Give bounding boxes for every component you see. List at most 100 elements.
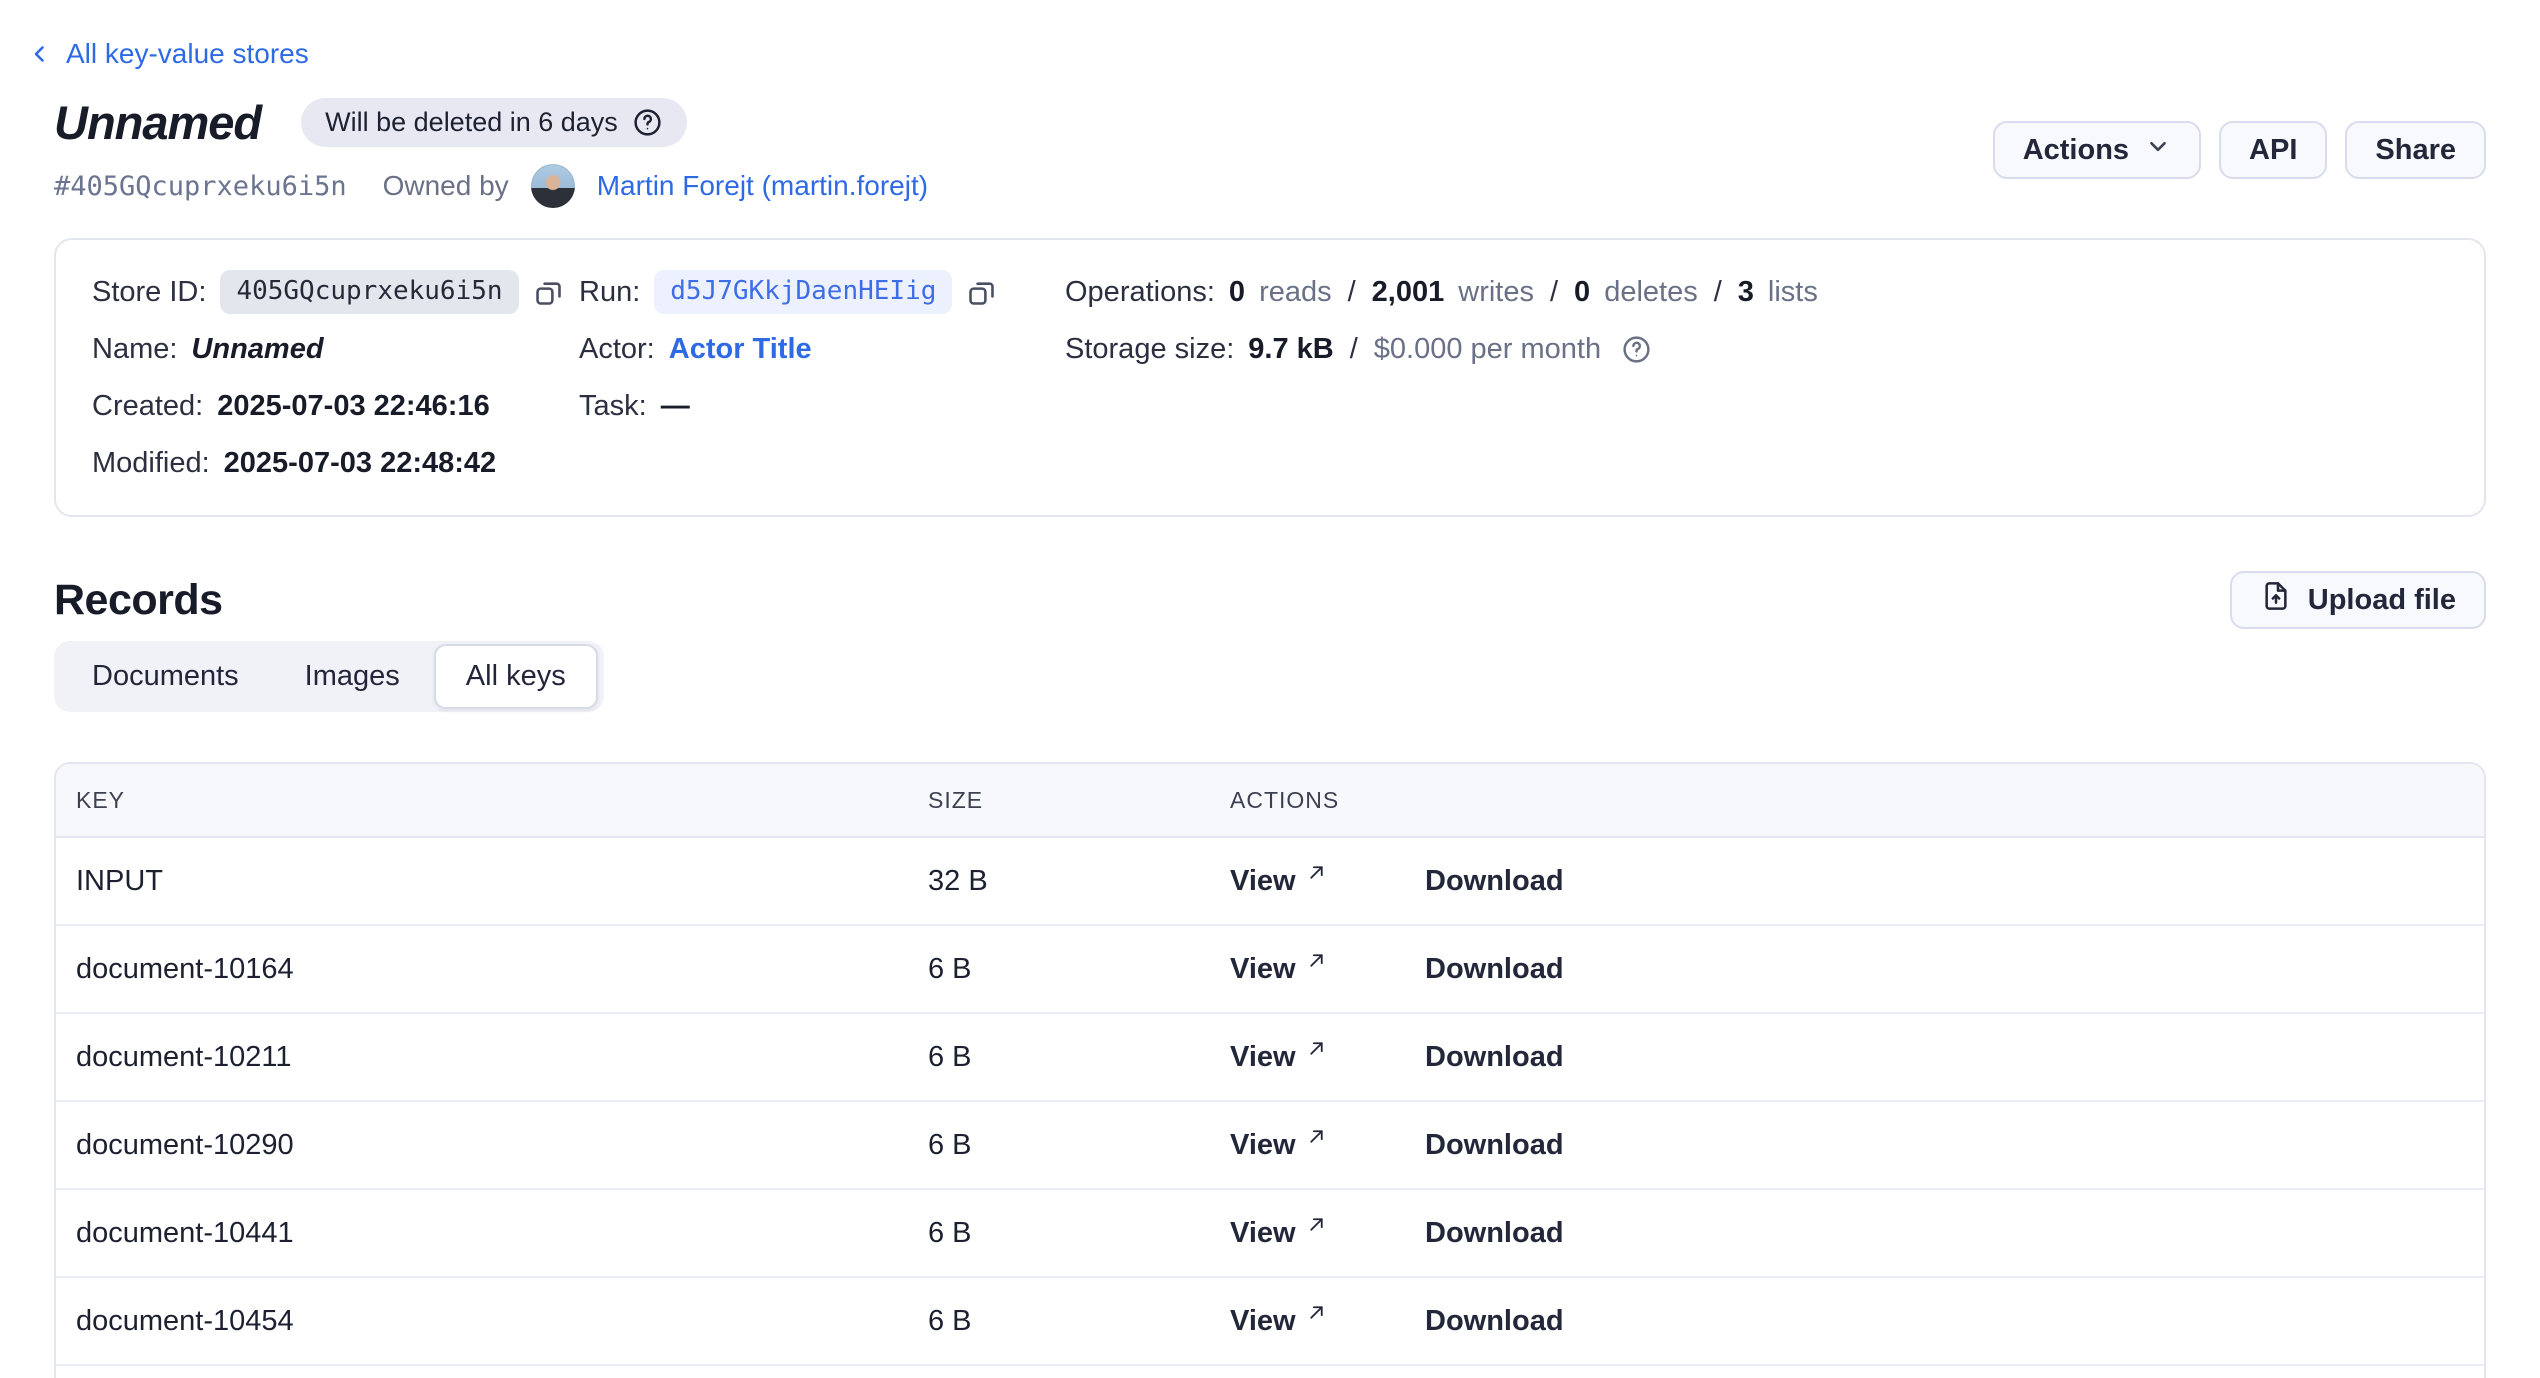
breadcrumb-back-link[interactable]: All key-value stores: [28, 38, 309, 70]
page-header: Unnamed Will be deleted in 6 days #405GQ…: [54, 95, 2486, 208]
chevron-left-icon: [28, 42, 52, 66]
record-key: document-10441: [76, 1217, 928, 1250]
store-info-card: Store ID: 405GQcuprxeku6i5n Name: Unname…: [54, 238, 2486, 517]
actions-button-label: Actions: [2023, 134, 2129, 167]
upload-file-button[interactable]: Upload file: [2230, 571, 2486, 629]
share-button[interactable]: Share: [2345, 121, 2486, 179]
page-title: Unnamed: [54, 95, 261, 150]
lists-label: lists: [1768, 276, 1818, 309]
column-header-key: KEY: [76, 787, 928, 814]
download-label: Download: [1425, 865, 1564, 898]
view-link[interactable]: View: [1230, 865, 1425, 898]
operations-label: Operations:: [1065, 276, 1215, 309]
download-link[interactable]: Download: [1425, 1305, 2484, 1338]
deletion-badge: Will be deleted in 6 days: [301, 98, 687, 147]
deletes-label: deletes: [1604, 276, 1698, 309]
task-label: Task:: [579, 390, 647, 423]
owned-by-label: Owned by: [383, 170, 509, 202]
writes-value: 2,001: [1372, 276, 1445, 309]
view-link[interactable]: View: [1230, 1305, 1425, 1338]
table-row: document-10441 6 B View Download: [56, 1190, 2484, 1278]
actor-label: Actor:: [579, 333, 655, 366]
storage-size: 9.7 kB: [1248, 333, 1333, 366]
column-header-actions: ACTIONS: [1230, 787, 2484, 814]
run-id-chip[interactable]: d5J7GKkjDaenHEIig: [654, 270, 952, 314]
badge-label: Will be deleted in 6 days: [325, 107, 618, 138]
record-key: document-10164: [76, 953, 928, 986]
view-label: View: [1230, 1217, 1296, 1250]
deletes-value: 0: [1574, 276, 1590, 309]
separator: /: [1346, 276, 1358, 309]
chevron-down-icon: [2145, 133, 2171, 167]
download-link[interactable]: Download: [1425, 865, 2484, 898]
record-key: INPUT: [76, 865, 928, 898]
tab-images[interactable]: Images: [273, 647, 432, 706]
actor-link[interactable]: Actor Title: [669, 333, 812, 366]
table-row-partial: [56, 1366, 2484, 1378]
header-buttons: Actions API Share: [1993, 121, 2486, 179]
view-link[interactable]: View: [1230, 1129, 1425, 1162]
record-size: 6 B: [928, 1129, 1230, 1162]
view-label: View: [1230, 953, 1296, 986]
name-label: Name:: [92, 333, 177, 366]
view-link[interactable]: View: [1230, 1217, 1425, 1250]
records-header: Records Upload file: [54, 571, 2486, 629]
view-link[interactable]: View: [1230, 953, 1425, 986]
created-label: Created:: [92, 390, 203, 423]
view-label: View: [1230, 1041, 1296, 1074]
table-row: document-10290 6 B View Download: [56, 1102, 2484, 1190]
table-row: document-10164 6 B View Download: [56, 926, 2484, 1014]
arrow-up-right-icon: [1306, 950, 1327, 971]
table-header-row: KEY SIZE ACTIONS: [56, 764, 2484, 838]
reads-value: 0: [1229, 276, 1245, 309]
info-column-1: Store ID: 405GQcuprxeku6i5n Name: Unname…: [92, 270, 579, 485]
download-label: Download: [1425, 1217, 1564, 1250]
tab-documents[interactable]: Documents: [60, 647, 271, 706]
help-circle-icon[interactable]: [632, 107, 663, 138]
record-size: 32 B: [928, 865, 1230, 898]
records-tab-group: Documents Images All keys: [54, 641, 604, 712]
copy-icon[interactable]: [533, 277, 564, 308]
copy-icon[interactable]: [966, 277, 997, 308]
separator: /: [1548, 276, 1560, 309]
store-id-chip: 405GQcuprxeku6i5n: [220, 270, 518, 314]
download-link[interactable]: Download: [1425, 1217, 2484, 1250]
owner-link[interactable]: Martin Forejt (martin.forejt): [597, 170, 928, 202]
header-left: Unnamed Will be deleted in 6 days #405GQ…: [54, 95, 928, 208]
tab-all-keys[interactable]: All keys: [434, 644, 598, 709]
owner-avatar: [531, 164, 575, 208]
modified-value: 2025-07-03 22:48:42: [224, 447, 496, 480]
download-label: Download: [1425, 953, 1564, 986]
upload-file-icon: [2260, 580, 2292, 620]
upload-file-label: Upload file: [2308, 584, 2456, 617]
task-value: —: [661, 390, 690, 423]
column-header-size: SIZE: [928, 787, 1230, 814]
separator: /: [1712, 276, 1724, 309]
download-link[interactable]: Download: [1425, 1129, 2484, 1162]
download-link[interactable]: Download: [1425, 1041, 2484, 1074]
record-key: document-10454: [76, 1305, 928, 1338]
download-link[interactable]: Download: [1425, 953, 2484, 986]
operations-row: Operations: 0 reads / 2,001 writes / 0 d…: [1065, 270, 2448, 314]
info-column-3: Operations: 0 reads / 2,001 writes / 0 d…: [1065, 270, 2448, 371]
view-link[interactable]: View: [1230, 1041, 1425, 1074]
storage-cost: $0.000 per month: [1374, 333, 1601, 366]
download-label: Download: [1425, 1129, 1564, 1162]
records-heading: Records: [54, 576, 223, 625]
record-size: 6 B: [928, 953, 1230, 986]
table-row: document-10211 6 B View Download: [56, 1014, 2484, 1102]
view-label: View: [1230, 1305, 1296, 1338]
storage-row: Storage size: 9.7 kB / $0.000 per month: [1065, 327, 2448, 371]
name-value: Unnamed: [191, 333, 323, 366]
view-label: View: [1230, 1129, 1296, 1162]
help-circle-icon[interactable]: [1621, 334, 1652, 365]
writes-label: writes: [1458, 276, 1534, 309]
arrow-up-right-icon: [1306, 1302, 1327, 1323]
separator: /: [1348, 333, 1360, 366]
store-id-label: Store ID:: [92, 276, 206, 309]
actions-button[interactable]: Actions: [1993, 121, 2201, 179]
api-button[interactable]: API: [2219, 121, 2327, 179]
arrow-up-right-icon: [1306, 1214, 1327, 1235]
modified-label: Modified:: [92, 447, 210, 480]
share-button-label: Share: [2375, 134, 2456, 167]
